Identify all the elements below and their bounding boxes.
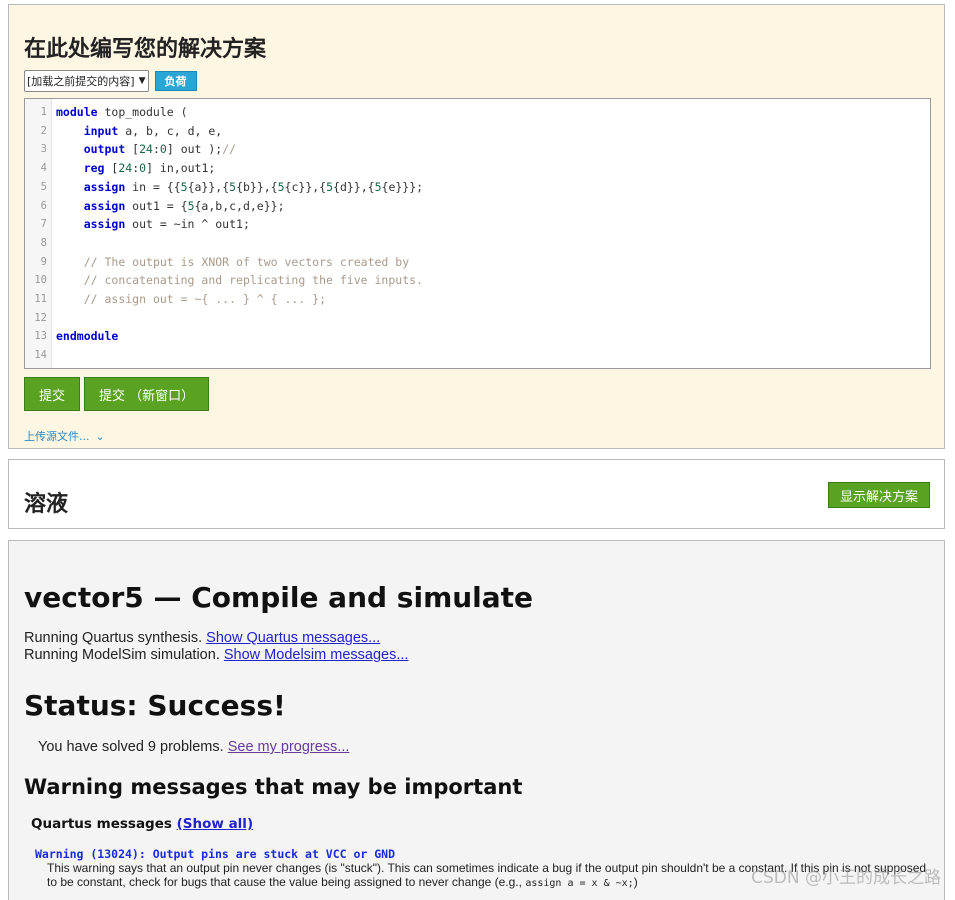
double-chevron-down-icon: ⌄ [95, 429, 105, 443]
warning-body-line-2-text: to be constant, check for bugs that caus… [47, 875, 522, 889]
line-number: 5 [40, 180, 47, 193]
line-number: 12 [34, 311, 47, 324]
line-number: 9 [40, 255, 47, 268]
previous-submission-select-value: [加载之前提交的内容] [27, 75, 135, 88]
quartus-run-text: Running Quartus synthesis. [24, 630, 203, 646]
line-number: 3 [40, 143, 47, 156]
line-number: 4 [40, 162, 47, 175]
code-text: reg [24:0] in,out1; [83, 161, 216, 176]
warnings-title: Warning messages that may be important [24, 775, 523, 799]
show-solution-button[interactable]: 显示解决方案 [827, 482, 930, 508]
line-number: 8 [40, 236, 47, 249]
code-line: 12 [25, 309, 930, 328]
modelsim-run-line: Running ModelSim simulation. Show Models… [24, 647, 408, 663]
code-line: 3 output [24:0] out );// [25, 140, 930, 159]
submit-new-window-button[interactable]: 提交 （新窗口） [84, 377, 210, 411]
chevron-down-icon: ▼ [138, 76, 146, 86]
results-panel: vector5 — Compile and simulate Running Q… [8, 540, 945, 900]
code-text: // The output is XNOR of two vectors cre… [83, 254, 410, 269]
submit-button[interactable]: 提交 [24, 377, 81, 411]
code-line: 8 [25, 234, 930, 253]
line-number: 13 [34, 330, 47, 343]
show-quartus-messages-link[interactable]: Show Quartus messages... [206, 630, 380, 646]
submit-button-row: 提交 提交 （新窗口） [24, 377, 210, 411]
code-editor[interactable]: 1 module top_module ( 2 input a, b, c, d, … [24, 98, 931, 369]
code-text: assign in = {{5{a}},{5{b}},{5{c}},{5{d}}… [83, 179, 424, 194]
quartus-messages-heading: Quartus messages (Show all) [31, 816, 253, 832]
upload-source-link[interactable]: 上传源文件... ⌄ [24, 428, 105, 444]
status-title: Status: Success! [24, 689, 286, 722]
load-button[interactable]: 负荷 [154, 71, 197, 91]
load-previous-row: [加载之前提交的内容] ▼ 负荷 [24, 70, 197, 92]
code-line: 2 input a, b, c, d, e, [25, 122, 930, 141]
see-progress-link[interactable]: See my progress... [228, 739, 350, 755]
line-number: 1 [40, 106, 47, 118]
code-text: assign out = ~in ^ out1; [83, 217, 250, 232]
line-number: 10 [34, 274, 47, 287]
code-line: 9 // The output is XNOR of two vectors c… [25, 253, 930, 272]
code-line: 14 [25, 346, 930, 365]
solution-title: 溶液 [24, 492, 69, 517]
code-line: 10 // concatenating and replicating the … [25, 271, 930, 290]
code-line: 1 module top_module ( [25, 103, 930, 122]
line-number: 11 [34, 293, 47, 305]
modelsim-run-text: Running ModelSim simulation. [24, 647, 220, 663]
solved-count-line: You have solved 9 problems. See my progr… [38, 739, 349, 755]
code-line: 11 // assign out = ~{ ... } ^ { ... }; [25, 290, 930, 309]
warning-body-end: ) [633, 875, 638, 889]
upload-source-label: 上传源文件... [24, 430, 90, 443]
quartus-run-line: Running Quartus synthesis. Show Quartus … [24, 630, 380, 646]
show-modelsim-messages-link[interactable]: Show Modelsim messages... [224, 647, 409, 663]
code-text: module top_module ( [56, 105, 188, 119]
line-number: 7 [40, 218, 47, 231]
code-line: 6 assign out1 = {5{a,b,c,d,e}}; [25, 197, 930, 216]
solved-count-text: You have solved 9 problems. [38, 739, 224, 755]
csdn-watermark: CSDN @小王的成长之路 [751, 868, 941, 888]
line-number: 6 [40, 199, 47, 212]
code-text: endmodule [56, 329, 119, 344]
line-number: 14 [34, 349, 47, 362]
code-line: 7 assign out = ~in ^ out1; [25, 215, 930, 234]
editor-title: 在此处编写您的解决方案 [24, 37, 267, 62]
warning-13024-title: Warning (13024): Output pins are stuck a… [35, 847, 396, 861]
code-line: 5 assign in = {{5{a}},{5{b}},{5{c}},{5{d… [25, 178, 930, 197]
warning-code-example: assign a = x & ~x; [525, 878, 634, 889]
line-number: 2 [40, 124, 47, 137]
show-all-link[interactable]: (Show all) [177, 816, 254, 832]
code-text: // assign out = ~{ ... } ^ { ... }; [83, 292, 327, 306]
quartus-messages-label: Quartus messages [31, 816, 172, 832]
previous-submission-select[interactable]: [加载之前提交的内容] ▼ [24, 70, 149, 92]
solution-panel: 溶液 显示解决方案 [8, 459, 945, 529]
code-text: assign out1 = {5{a,b,c,d,e}}; [83, 198, 285, 213]
solution-editor-panel: 在此处编写您的解决方案 [加载之前提交的内容] ▼ 负荷 1 module top… [8, 4, 945, 449]
code-text: input a, b, c, d, e, [83, 123, 223, 138]
code-line: 4 reg [24:0] in,out1; [25, 159, 930, 178]
code-line: 13 endmodule [25, 327, 930, 346]
code-text: output [24:0] out );// [83, 142, 237, 157]
compile-title: vector5 — Compile and simulate [24, 581, 534, 614]
code-text: // concatenating and replicating the fiv… [83, 273, 423, 288]
